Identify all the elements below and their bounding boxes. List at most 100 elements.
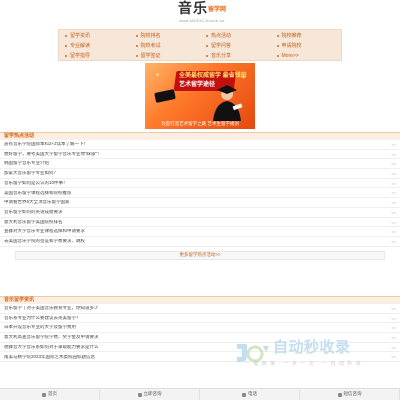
nav-item-label: 留学签证	[140, 52, 161, 59]
list-item-arrow: >>	[391, 238, 396, 244]
bullet-icon	[135, 45, 138, 47]
nav-item-label: 留学问答	[211, 42, 232, 49]
list-item-arrow: >>	[391, 354, 396, 360]
message-icon	[337, 392, 342, 397]
list-item-title: 想好留学，要考美国大学留学音乐专业你“踩雷”！	[4, 151, 102, 156]
main-nav: 留学资讯 院校排名 热点活动 院校推荐专业解读 院校考试 留学问答 申请院校留学指导 留学签证…	[58, 29, 342, 61]
list-item-title: 意大利高查音乐留学院学费、奖学金及申请要求	[4, 335, 99, 340]
list-item-title: 音乐系专业为什么要建议去英美留学？	[4, 315, 81, 320]
more-hot-label: 更多留学热点活动>>	[179, 251, 221, 257]
bottom-toolbar: 首页 立即咨询 电话 短信咨询	[0, 388, 400, 400]
list-item-arrow: >>	[391, 229, 396, 235]
list-item[interactable]: 日本开设音乐专业的大学及留学费用 >>	[0, 323, 400, 334]
list-item[interactable]: 申请看世界6大全顶音乐留学国家 >>	[0, 198, 400, 208]
section-header: 留学热点活动	[0, 132, 400, 140]
footer-label: 短信咨询	[343, 391, 362, 397]
logo-tagline: 留学网	[207, 6, 226, 13]
list-item-title: 韩国留学音乐专业介绍	[4, 161, 49, 166]
graduation-cap-icon	[154, 89, 176, 103]
list-item-title: 意大利音乐留学美国院校排名	[4, 219, 63, 224]
list-item-title: 音乐留学如何是公认的10件事！	[4, 180, 68, 185]
nav-item-label: 留学指导	[70, 52, 91, 59]
bullet-icon	[276, 35, 279, 37]
hot-activity-section: 留学热点活动 盖有音乐学院国际本科2+2读本了解一下！ >> 想好留学，要考美国大学…	[0, 132, 400, 260]
list-item-title: 日本开设音乐专业的大学及留学费用	[4, 325, 76, 330]
nav-item[interactable]: 留学指导	[59, 51, 130, 61]
list-item-title: 查群对大学音乐专业课程选择和申请要求	[4, 229, 85, 234]
nav-item-label: 院校推荐	[281, 32, 302, 39]
footer-label: 首页	[48, 391, 57, 397]
nav-item[interactable]: 音乐分享	[200, 51, 271, 61]
nav-item-label: More>>	[281, 52, 299, 59]
nav-item[interactable]: 院校排名	[130, 31, 201, 41]
list-item[interactable]: 盖有音乐学院国际本科2+2读本了解一下！ >>	[0, 140, 400, 150]
list-item-arrow: >>	[391, 171, 396, 177]
nav-item[interactable]: 热点活动	[200, 31, 271, 41]
list-item[interactable]: 韩国留学音乐专业介绍 >>	[0, 159, 400, 170]
nav-item-label: 院校排名	[140, 32, 161, 39]
list-item[interactable]: 音乐留学丨对于美国音乐教育专业，你知道多少 >>	[0, 304, 400, 314]
nav-item[interactable]: 院校推荐	[271, 31, 342, 41]
nav-item[interactable]: 留学问答	[200, 41, 271, 51]
logo-url: www.MUSIC-liuxue.cn	[179, 18, 225, 23]
list-item-title: 申请看世界6大全顶音乐留学国家	[4, 200, 70, 205]
list-item-title: 盖有音乐学院国际本科2+2读本了解一下！	[4, 142, 89, 147]
chat-icon	[137, 392, 142, 397]
footer-chat-button[interactable]: 立即咨询	[100, 389, 200, 400]
nav-item[interactable]: 留学资讯	[59, 31, 130, 41]
bullet-icon	[135, 35, 138, 37]
list-item[interactable]: 美国音乐留学课程选择和院校推荐 >>	[0, 188, 400, 199]
hot-list: 盖有音乐学院国际本科2+2读本了解一下！ >> 想好留学，要考美国大学留学音乐专业你…	[0, 140, 400, 247]
sparkle-icon: ✦	[155, 73, 161, 79]
list-item[interactable]: 想好留学，要考美国大学留学音乐专业你“踩雷”！ >>	[0, 150, 400, 160]
nav-item[interactable]: 院校考试	[130, 41, 201, 51]
watermark-text: 自动秒收录	[273, 339, 351, 356]
graduate-figure	[213, 85, 243, 121]
list-item-arrow: >>	[391, 344, 396, 350]
footer-phone-button[interactable]: 电话	[200, 389, 300, 400]
nav-item[interactable]: 申请院校	[271, 41, 342, 51]
nav-item[interactable]: More>>	[271, 51, 342, 61]
footer-message-button[interactable]: 短信咨询	[300, 389, 400, 400]
bullet-icon	[135, 55, 138, 57]
nav-item[interactable]: 留学签证	[130, 51, 201, 61]
list-item-title: 德群音大学音乐系如何对于录取能力要求是什么	[4, 344, 99, 349]
nav-item-label: 留学资讯	[70, 32, 91, 39]
list-item[interactable]: 去美国音乐学院的签证和学费要求、跳校 >>	[0, 237, 400, 247]
nav-grid: 留学资讯 院校排名 热点活动 院校推荐专业解读 院校考试 留学问答 申请院校留学指导 留学签证…	[59, 30, 341, 62]
list-item-arrow: >>	[391, 306, 396, 311]
bullet-icon	[206, 55, 208, 57]
list-item-arrow: >>	[391, 180, 396, 186]
banner-caption: 为您打造艺术留学之路 艺术生留学规划	[161, 120, 239, 126]
more-hot-button[interactable]: 更多留学热点活动>>	[15, 250, 385, 260]
watermark-logo: 自动秒收录 一 键 链 接 · 一 步 一 次 · 一 自 动 秒 收	[233, 340, 383, 376]
list-item[interactable]: 意大利音乐留学美国院校排名 >>	[0, 218, 400, 228]
site-header: 音乐留学网 www.MUSIC-liuxue.cn	[0, 0, 400, 28]
bullet-icon	[276, 45, 279, 47]
list-item-arrow: >>	[391, 315, 396, 321]
nav-item-label: 热点活动	[211, 32, 232, 39]
nav-item-label: 专业解读	[70, 42, 91, 49]
list-item[interactable]: 加拿大音乐留学专业如何？ >>	[0, 169, 400, 179]
nav-item[interactable]: 专业解读	[59, 41, 130, 51]
list-item[interactable]: 音乐留学如何是公认的10件事！ >>	[0, 179, 400, 189]
section-header: 音乐留学资讯	[0, 296, 400, 304]
footer-home-button[interactable]: 首页	[0, 389, 100, 400]
sparkle-icon: ✦	[241, 75, 247, 81]
home-icon	[42, 392, 46, 397]
nav-item-label: 院校考试	[140, 42, 161, 49]
list-item-title: 去美国音乐学院的签证和学费要求、跳校	[4, 238, 85, 243]
logo-cn: 音乐	[177, 1, 208, 17]
banner-headline-1: 全美最权威留学 最省钱的	[179, 73, 247, 79]
list-item[interactable]: 音乐系专业为什么要建议去英美留学？ >>	[0, 314, 400, 324]
watermark-subtext: 一 键 链 接 · 一 步 一 次 · 一 自 动 秒 收	[245, 361, 362, 367]
list-item-title: 南美与精学院2023年国际艺术类校园标题信息	[4, 354, 96, 359]
site-logo[interactable]: 音乐留学网 www.MUSIC-liuxue.cn	[172, 2, 232, 26]
phone-icon	[242, 392, 246, 397]
footer-label: 电话	[248, 391, 257, 397]
list-item[interactable]: 查群对大学音乐专业课程选择和申请要求 >>	[0, 227, 400, 237]
promo-banner[interactable]: 全美最权威留学 最省钱的 艺术留学途径 ✦ ✦ 为您打造艺术留学之路 艺术生留学…	[145, 63, 255, 129]
list-item[interactable]: 音乐留学如何的英语成绩要求 >>	[0, 208, 400, 218]
bullet-icon	[65, 45, 67, 47]
bullet-icon	[206, 45, 208, 47]
